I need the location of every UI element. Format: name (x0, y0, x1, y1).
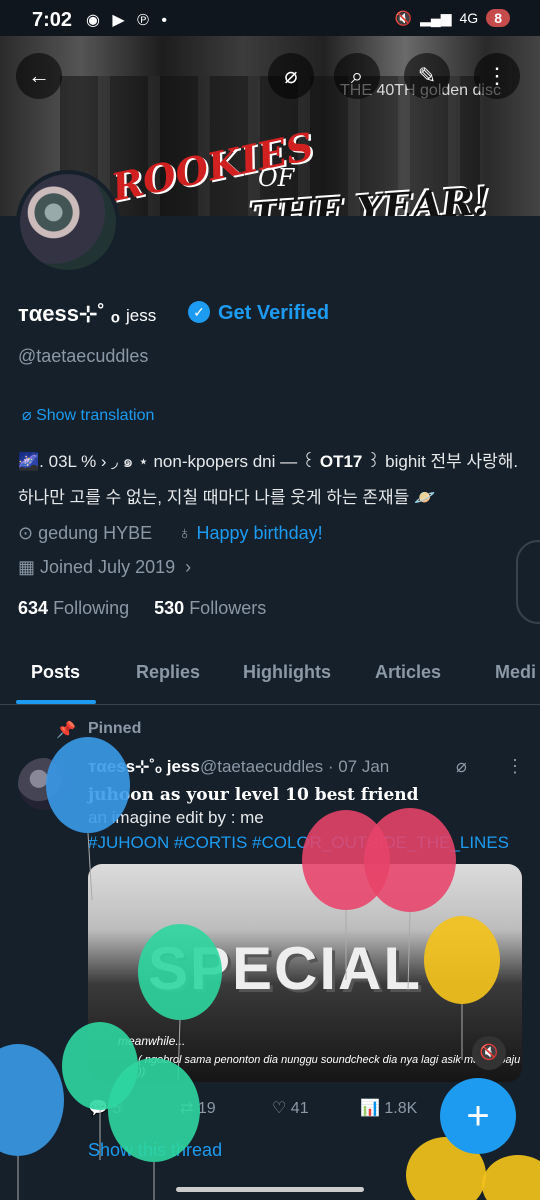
balloon-yellow-1 (424, 916, 500, 1060)
birthday-balloons (0, 737, 540, 1200)
balloon-green-3 (108, 1058, 200, 1200)
balloon-blue-2 (0, 1044, 64, 1200)
compose-button[interactable]: + (440, 1078, 516, 1154)
balloon-yellow-3 (482, 1155, 540, 1200)
balloon-blue-1 (46, 737, 130, 901)
balloon-green-1 (138, 924, 222, 1081)
home-indicator[interactable] (176, 1187, 364, 1192)
plus-icon: + (466, 1094, 490, 1138)
